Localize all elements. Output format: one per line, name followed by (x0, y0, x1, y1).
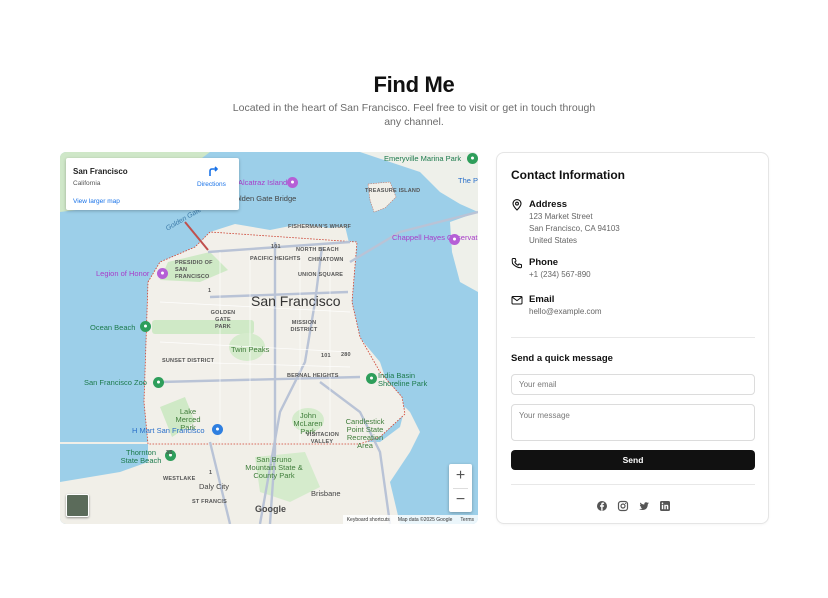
phone-label: Phone (529, 257, 559, 268)
google-logo: Google (255, 504, 286, 514)
map-label-sf-zoo[interactable]: San Francisco Zoo (84, 378, 147, 387)
highway-101-marker: 101 (321, 353, 331, 359)
mail-icon (511, 296, 523, 305)
footer-divider (511, 484, 755, 485)
park-pin-icon[interactable]: ● (467, 153, 478, 164)
map-label-the-p[interactable]: The P (458, 176, 478, 185)
map-data-text: Map data ©2025 Google (397, 516, 453, 523)
embedded-map[interactable]: Emeryville Marina Park ● Alcatraz Island… (60, 152, 478, 524)
zoom-in-button[interactable]: + (449, 464, 472, 488)
park-pin-icon[interactable]: ● (153, 377, 164, 388)
directions-icon[interactable] (208, 165, 220, 177)
contact-title: Contact Information (511, 168, 625, 182)
map-label-india-basin[interactable]: India Basin Shoreline Park (378, 372, 438, 388)
map-label-visitacion: VISITACION VALLEY (306, 432, 340, 445)
map-label-north-beach: NORTH BEACH (296, 247, 339, 253)
map-label-brisbane: Brisbane (311, 489, 341, 498)
address-line-3: United States (529, 236, 578, 245)
map-type-toggle[interactable] (66, 494, 89, 517)
map-place-card: San Francisco California View larger map… (66, 158, 239, 210)
social-links (596, 499, 671, 512)
zoom-out-button[interactable]: − (449, 488, 472, 512)
map-pin-icon (512, 199, 522, 211)
map-label-chappell[interactable]: Chappell Hayes Observation Tower (392, 234, 478, 242)
park-pin-icon[interactable]: ● (366, 373, 377, 384)
map-label-st-francis: ST FRANCIS (192, 499, 227, 505)
map-attribution: Keyboard shortcuts Map data ©2025 Google… (342, 515, 478, 524)
twitter-icon[interactable] (638, 499, 650, 511)
map-label-presidio: PRESIDIO OF SAN FRANCISCO (175, 260, 213, 280)
keyboard-shortcuts-link[interactable]: Keyboard shortcuts (347, 517, 390, 523)
terms-link[interactable]: Terms (460, 517, 474, 523)
map-label-westlake: WESTLAKE (163, 476, 196, 482)
map-label-thornton[interactable]: Thornton State Beach (118, 449, 164, 465)
map-label-hmart[interactable]: H Mart San Francisco (132, 426, 205, 435)
map-label-twin-peaks: Twin Peaks (231, 345, 270, 354)
highway-280-marker: 280 (341, 352, 351, 358)
highway-1-marker: 1 (209, 470, 213, 476)
map-label-mission: MISSION DISTRICT (290, 320, 318, 333)
map-label-candlestick: Candlestick Point State Recreation Area (345, 417, 385, 450)
view-larger-map-link[interactable]: View larger map (73, 198, 120, 205)
quick-message-title: Send a quick message (511, 353, 613, 364)
instagram-icon[interactable] (617, 499, 629, 512)
highway-35-marker: 35 (166, 450, 173, 456)
map-label-san-bruno: San Bruno Mountain State & County Park (245, 455, 303, 480)
place-name: San Francisco (73, 167, 128, 176)
map-zoom-controls: + − (449, 464, 472, 512)
attraction-pin-icon[interactable]: ● (287, 177, 298, 188)
contact-card: Contact Information Address 123 Market S… (496, 152, 769, 524)
page-title: Find Me (373, 72, 455, 97)
map-label-bernal: BERNAL HEIGHTS (287, 373, 339, 379)
facebook-icon[interactable] (596, 499, 608, 511)
highway-101-marker: 101 (271, 244, 281, 250)
map-label-ocean-beach[interactable]: Ocean Beach (90, 323, 135, 332)
map-label-legion[interactable]: Legion of Honor (96, 269, 149, 278)
directions-link[interactable]: Directions (197, 181, 226, 188)
page-subtitle: Located in the heart of San Francisco. F… (232, 102, 596, 128)
place-region: California (73, 180, 101, 187)
email-value[interactable]: hello@example.com (529, 307, 602, 316)
phone-icon (511, 258, 522, 269)
map-label-fishermans-wharf: FISHERMAN'S WHARF (288, 224, 352, 230)
send-button[interactable]: Send (511, 450, 755, 470)
map-label-treasure-island: TREASURE ISLAND (365, 188, 421, 194)
map-label-emeryville[interactable]: Emeryville Marina Park (384, 154, 461, 163)
address-line-2: San Francisco, CA 94103 (529, 224, 620, 233)
attraction-pin-icon[interactable]: ● (157, 268, 168, 279)
map-label-sunset: SUNSET DISTRICT (162, 358, 215, 364)
park-pin-icon[interactable]: ● (140, 321, 151, 332)
address-line-1: 123 Market Street (529, 212, 593, 221)
map-label-golden-gate-park: GOLDEN GATE PARK (210, 310, 236, 330)
map-label-city: San Francisco (251, 293, 341, 309)
shop-pin-icon[interactable]: ● (212, 424, 223, 435)
map-label-golden-gate-bridge[interactable]: Golden Gate Bridge (230, 194, 296, 203)
attraction-pin-icon[interactable]: ● (449, 234, 460, 245)
email-label: Email (529, 294, 555, 305)
map-label-union-square: UNION SQUARE (298, 272, 344, 278)
linkedin-icon[interactable] (659, 499, 671, 511)
email-input[interactable] (511, 374, 755, 395)
map-label-chinatown: CHINATOWN (308, 257, 344, 263)
section-divider (511, 337, 755, 338)
highway-1-marker: 1 (208, 288, 212, 294)
zoom-divider (453, 488, 468, 489)
map-label-pacific-heights: PACIFIC HEIGHTS (250, 256, 301, 262)
phone-value[interactable]: +1 (234) 567-890 (529, 270, 591, 279)
address-label: Address (529, 199, 568, 210)
map-label-alcatraz[interactable]: Alcatraz Island (238, 178, 287, 187)
message-textarea[interactable] (511, 404, 755, 441)
map-label-daly-city: Daly City (199, 482, 230, 491)
